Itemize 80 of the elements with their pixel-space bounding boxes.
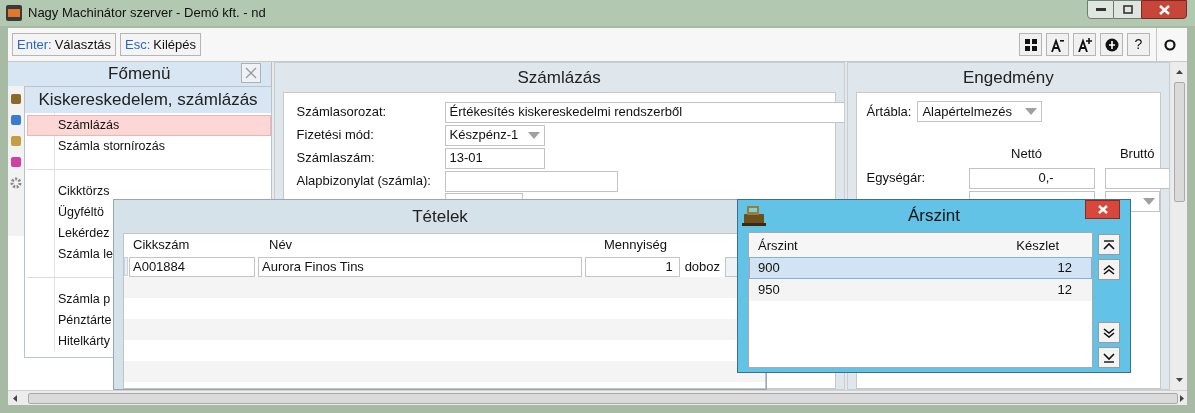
shortcut-button[interactable]: Enter: Választás: [12, 33, 117, 56]
text-field[interactable]: Értékesítés kiskereskedelmi rendszerből: [444, 101, 844, 123]
field-label: Számlasorozat:: [295, 103, 388, 122]
field-label: Fizetési mód:: [295, 126, 375, 145]
column-header: Nettó: [1010, 145, 1044, 163]
column-header: Készlet: [1015, 236, 1059, 255]
font-larger-icon: [1077, 37, 1092, 52]
panel-title: Engedmény: [962, 66, 1054, 89]
app-icon: [6, 5, 22, 21]
table-cell: Aurora Finos Tins: [258, 256, 583, 277]
category-icon: [10, 134, 22, 148]
table-cell-text: doboz: [683, 257, 722, 276]
panel-title: Főmenü: [108, 63, 171, 86]
shortcut-button[interactable]: Esc: Kilépés: [120, 33, 201, 56]
table-cell: A001884: [129, 256, 255, 277]
text-field[interactable]: [1104, 167, 1170, 189]
close-icon: [1158, 4, 1170, 15]
font-smaller-button[interactable]: [1046, 33, 1069, 56]
maximize-button[interactable]: [1114, 0, 1141, 19]
scroll-right-icon: [1180, 394, 1184, 402]
scroll-up-icon: [1176, 70, 1183, 74]
font-smaller-icon: [1050, 37, 1065, 52]
minimize-icon: [1095, 7, 1106, 12]
navigation-button[interactable]: [1100, 33, 1123, 56]
scrollbar[interactable]: [8, 390, 1187, 405]
dropdown[interactable]: Alapértelmezés: [917, 101, 1043, 122]
column-header: Bruttó: [1118, 145, 1155, 163]
field-label: Alapbizonylat (számla):: [295, 172, 432, 191]
dropdown-arrow-icon: [1142, 197, 1155, 205]
category-icon: [10, 155, 22, 169]
column-header: Cikkszám: [132, 235, 191, 254]
column-header: Árszint: [757, 236, 799, 255]
menu-item[interactable]: Számlázás: [27, 115, 271, 136]
first-icon: [1103, 239, 1115, 250]
column-header: Mennyiség: [603, 235, 668, 254]
minimize-button[interactable]: [1087, 0, 1114, 19]
window-title: Nagy Machinátor szerver - Demó kft. - nd: [28, 4, 266, 23]
window-title: Árszint: [908, 205, 960, 228]
close-button[interactable]: [1085, 200, 1120, 219]
layout-button[interactable]: [1019, 33, 1042, 56]
submenu-title: Kiskereskedelem, számlázás: [38, 89, 258, 112]
window-title: Tételek: [412, 205, 468, 228]
gear-icon: [10, 176, 22, 190]
first-button[interactable]: [1098, 234, 1120, 255]
grid-icon: [1023, 37, 1038, 52]
page-up-icon: [1103, 264, 1115, 275]
page-up-button[interactable]: [1098, 259, 1120, 280]
field-label: Ártábla:: [866, 102, 912, 121]
maximize-icon: [1122, 5, 1133, 14]
dropdown-arrow-icon: [1025, 108, 1038, 115]
list-row[interactable]: 900 12: [749, 257, 1092, 279]
last-button[interactable]: [1098, 347, 1120, 368]
cash-register-icon: [742, 204, 766, 226]
field-label: Számlaszám:: [295, 149, 376, 168]
ring-icon: [1164, 38, 1176, 51]
last-icon: [1103, 352, 1115, 363]
text-field[interactable]: [444, 170, 618, 192]
table-cell: 1: [585, 256, 680, 277]
text-field[interactable]: 13-01: [444, 147, 545, 169]
panel-title: Számlázás: [517, 66, 601, 89]
scroll-down-icon: [1176, 378, 1183, 382]
text-field[interactable]: 0,-: [968, 167, 1095, 189]
list-row[interactable]: 950 12: [749, 279, 1092, 301]
dropdown-arrow-icon: [527, 131, 540, 139]
close-button[interactable]: [1141, 0, 1187, 19]
scroll-left-icon: [13, 394, 17, 402]
menu-item[interactable]: Cikktörzs: [27, 181, 271, 202]
page-down-button[interactable]: [1098, 322, 1120, 343]
field-label: Egységár:: [866, 169, 927, 188]
category-icon: [10, 113, 22, 127]
font-larger-button[interactable]: [1073, 33, 1096, 56]
column-header: Név: [268, 235, 294, 254]
help-button[interactable]: ?: [1127, 33, 1150, 56]
circle-arrow-icon: [1104, 37, 1119, 52]
category-icon: [10, 92, 22, 106]
close-icon: [1097, 205, 1108, 214]
close-icon: [244, 67, 257, 79]
page-down-icon: [1103, 327, 1115, 338]
menu-item[interactable]: Számla stornírozás: [27, 136, 271, 157]
dropdown[interactable]: Készpénz-1: [444, 124, 545, 146]
